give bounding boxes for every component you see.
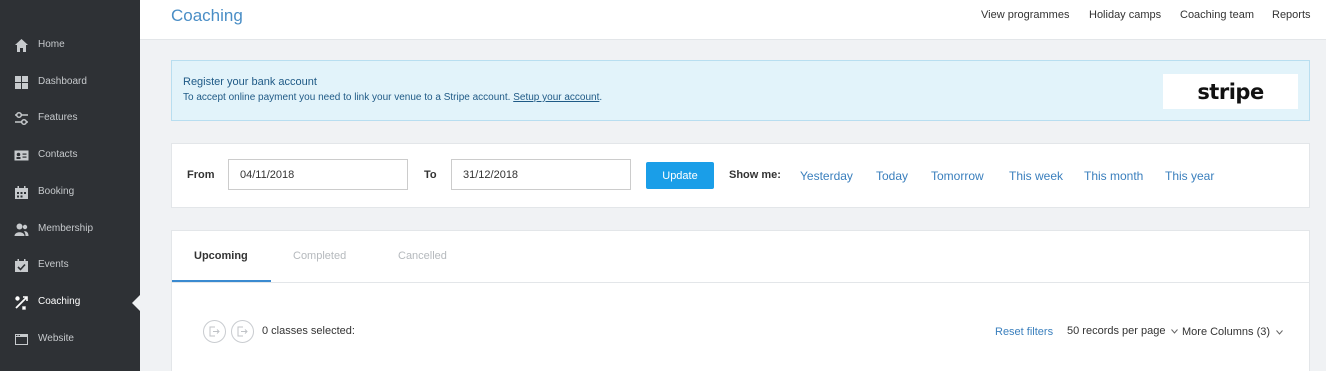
move-icon xyxy=(237,326,248,337)
sidebar-item-dashboard[interactable]: Dashboard xyxy=(0,64,140,100)
to-label: To xyxy=(424,169,437,181)
active-indicator xyxy=(132,295,140,311)
sliders-icon xyxy=(15,111,28,126)
sidebar-item-coaching[interactable]: Coaching xyxy=(0,284,140,320)
more-columns-label: More Columns (3) xyxy=(1182,326,1271,338)
show-me-label: Show me: xyxy=(729,169,781,181)
classes-panel: Upcoming Completed Cancelled 0 classes s… xyxy=(171,230,1310,371)
sidebar-item-home[interactable]: Home xyxy=(0,27,140,63)
tab-upcoming[interactable]: Upcoming xyxy=(194,250,248,262)
quick-this-month[interactable]: This month xyxy=(1084,169,1143,183)
page-title: Coaching xyxy=(171,6,243,25)
stripe-banner: Register your bank account To accept onl… xyxy=(171,60,1310,121)
quick-this-week[interactable]: This week xyxy=(1009,169,1063,183)
coaching-icon xyxy=(15,296,28,310)
calendar-icon xyxy=(15,186,28,199)
dashboard-icon xyxy=(15,76,28,89)
nav-reports[interactable]: Reports xyxy=(1272,9,1311,21)
sidebar-item-label: Events xyxy=(38,259,69,270)
tab-cancelled[interactable]: Cancelled xyxy=(398,250,447,262)
sidebar-item-label: Dashboard xyxy=(38,76,87,87)
setup-account-link[interactable]: Setup your account xyxy=(513,92,599,103)
nav-coaching-team[interactable]: Coaching team xyxy=(1180,9,1254,21)
sidebar-item-label: Contacts xyxy=(38,149,78,160)
banner-trail: . xyxy=(599,92,603,103)
selected-count: 0 classes selected: xyxy=(262,325,355,337)
sidebar-item-label: Booking xyxy=(38,186,75,197)
records-per-page-select[interactable]: 50 records per page xyxy=(1067,325,1179,337)
active-tab-underline xyxy=(172,280,271,282)
more-columns-select[interactable]: More Columns (3) xyxy=(1182,326,1283,338)
banner-title: Register your bank account xyxy=(183,76,317,88)
sidebar-item-website[interactable]: Website xyxy=(0,321,140,357)
sidebar-item-membership[interactable]: Membership xyxy=(0,211,140,247)
sidebar: Home Dashboard Features Contacts Booking… xyxy=(0,0,140,371)
tab-bar: Upcoming Completed Cancelled xyxy=(172,231,1309,283)
to-date-input[interactable] xyxy=(451,159,631,190)
quick-tomorrow[interactable]: Tomorrow xyxy=(931,169,984,183)
quick-yesterday[interactable]: Yesterday xyxy=(800,169,853,183)
main-content: Coaching View programmes Holiday camps C… xyxy=(140,0,1326,371)
sidebar-item-label: Membership xyxy=(38,223,94,234)
chevron-down-icon xyxy=(1276,329,1283,335)
sidebar-item-booking[interactable]: Booking xyxy=(0,174,140,210)
browser-icon xyxy=(15,334,28,345)
stripe-logo: stripe xyxy=(1197,79,1264,104)
date-filter-panel: From To Update Show me: Yesterday Today … xyxy=(171,143,1310,208)
banner-text: To accept online payment you need to lin… xyxy=(183,92,602,103)
sidebar-item-features[interactable]: Features xyxy=(0,100,140,136)
reset-filters-link[interactable]: Reset filters xyxy=(995,326,1053,338)
sidebar-item-label: Home xyxy=(38,39,65,50)
page-header: Coaching View programmes Holiday camps C… xyxy=(140,0,1326,40)
quick-today[interactable]: Today xyxy=(876,169,908,183)
calendar-check-icon xyxy=(15,259,28,272)
sidebar-item-label: Features xyxy=(38,112,78,123)
stripe-logo-box: stripe xyxy=(1163,74,1298,109)
sidebar-item-label: Coaching xyxy=(38,296,81,307)
home-icon xyxy=(15,39,28,52)
sidebar-item-contacts[interactable]: Contacts xyxy=(0,137,140,173)
tab-completed[interactable]: Completed xyxy=(293,250,346,262)
from-label: From xyxy=(187,169,215,181)
quick-this-year[interactable]: This year xyxy=(1165,169,1214,183)
nav-holiday-camps[interactable]: Holiday camps xyxy=(1089,9,1161,21)
records-per-page-label: 50 records per page xyxy=(1067,325,1166,337)
move-button[interactable] xyxy=(231,320,254,343)
nav-view-programmes[interactable]: View programmes xyxy=(981,9,1069,21)
chevron-down-icon xyxy=(1171,328,1179,334)
export-button[interactable] xyxy=(203,320,226,343)
from-date-input[interactable] xyxy=(228,159,408,190)
users-icon xyxy=(14,223,29,236)
sidebar-item-label: Website xyxy=(38,333,74,344)
contact-card-icon xyxy=(14,150,29,161)
banner-message: To accept online payment you need to lin… xyxy=(183,92,511,103)
export-icon xyxy=(209,326,220,337)
sidebar-item-events[interactable]: Events xyxy=(0,247,140,283)
update-button[interactable]: Update xyxy=(646,162,714,189)
